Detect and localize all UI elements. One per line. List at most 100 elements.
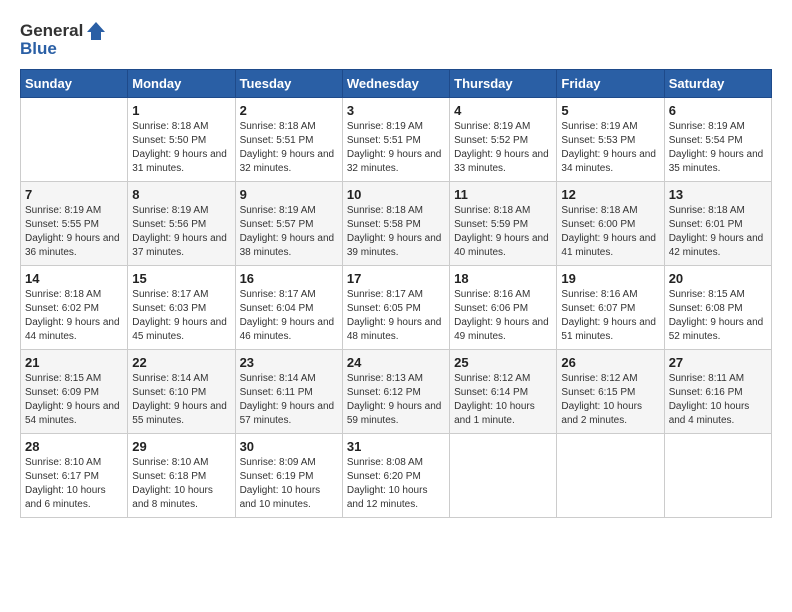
day-number: 24 xyxy=(347,355,445,370)
logo: General Blue xyxy=(20,20,107,59)
day-number: 1 xyxy=(132,103,230,118)
calendar-cell: 17 Sunrise: 8:17 AMSunset: 6:05 PMDaylig… xyxy=(342,265,449,349)
calendar-cell: 6 Sunrise: 8:19 AMSunset: 5:54 PMDayligh… xyxy=(664,97,771,181)
calendar-cell: 16 Sunrise: 8:17 AMSunset: 6:04 PMDaylig… xyxy=(235,265,342,349)
day-info: Sunrise: 8:18 AMSunset: 6:01 PMDaylight:… xyxy=(669,204,767,260)
calendar-cell: 27 Sunrise: 8:11 AMSunset: 6:16 PMDaylig… xyxy=(664,349,771,433)
day-number: 11 xyxy=(454,187,552,202)
day-info: Sunrise: 8:17 AMSunset: 6:04 PMDaylight:… xyxy=(240,288,338,344)
day-info: Sunrise: 8:19 AMSunset: 5:55 PMDaylight:… xyxy=(25,204,123,260)
day-number: 2 xyxy=(240,103,338,118)
day-info: Sunrise: 8:18 AMSunset: 5:50 PMDaylight:… xyxy=(132,120,230,176)
week-row-5: 28 Sunrise: 8:10 AMSunset: 6:17 PMDaylig… xyxy=(21,433,772,517)
day-number: 6 xyxy=(669,103,767,118)
day-number: 12 xyxy=(561,187,659,202)
calendar-cell: 14 Sunrise: 8:18 AMSunset: 6:02 PMDaylig… xyxy=(21,265,128,349)
header-day-tuesday: Tuesday xyxy=(235,69,342,97)
day-number: 8 xyxy=(132,187,230,202)
day-info: Sunrise: 8:13 AMSunset: 6:12 PMDaylight:… xyxy=(347,372,445,428)
day-info: Sunrise: 8:10 AMSunset: 6:17 PMDaylight:… xyxy=(25,456,123,512)
logo-text: General Blue xyxy=(20,20,107,59)
calendar-cell: 19 Sunrise: 8:16 AMSunset: 6:07 PMDaylig… xyxy=(557,265,664,349)
header-row: SundayMondayTuesdayWednesdayThursdayFrid… xyxy=(21,69,772,97)
calendar-cell xyxy=(664,433,771,517)
day-info: Sunrise: 8:19 AMSunset: 5:56 PMDaylight:… xyxy=(132,204,230,260)
day-info: Sunrise: 8:15 AMSunset: 6:08 PMDaylight:… xyxy=(669,288,767,344)
calendar-cell: 7 Sunrise: 8:19 AMSunset: 5:55 PMDayligh… xyxy=(21,181,128,265)
logo-bird-icon xyxy=(85,20,107,42)
day-info: Sunrise: 8:16 AMSunset: 6:06 PMDaylight:… xyxy=(454,288,552,344)
header-day-thursday: Thursday xyxy=(450,69,557,97)
calendar-cell: 11 Sunrise: 8:18 AMSunset: 5:59 PMDaylig… xyxy=(450,181,557,265)
day-number: 4 xyxy=(454,103,552,118)
week-row-1: 1 Sunrise: 8:18 AMSunset: 5:50 PMDayligh… xyxy=(21,97,772,181)
calendar-table: SundayMondayTuesdayWednesdayThursdayFrid… xyxy=(20,69,772,518)
day-number: 19 xyxy=(561,271,659,286)
day-number: 14 xyxy=(25,271,123,286)
calendar-cell: 9 Sunrise: 8:19 AMSunset: 5:57 PMDayligh… xyxy=(235,181,342,265)
calendar-cell: 21 Sunrise: 8:15 AMSunset: 6:09 PMDaylig… xyxy=(21,349,128,433)
day-info: Sunrise: 8:14 AMSunset: 6:11 PMDaylight:… xyxy=(240,372,338,428)
calendar-cell: 3 Sunrise: 8:19 AMSunset: 5:51 PMDayligh… xyxy=(342,97,449,181)
day-info: Sunrise: 8:08 AMSunset: 6:20 PMDaylight:… xyxy=(347,456,445,512)
day-info: Sunrise: 8:17 AMSunset: 6:03 PMDaylight:… xyxy=(132,288,230,344)
day-info: Sunrise: 8:17 AMSunset: 6:05 PMDaylight:… xyxy=(347,288,445,344)
day-number: 29 xyxy=(132,439,230,454)
day-info: Sunrise: 8:18 AMSunset: 5:58 PMDaylight:… xyxy=(347,204,445,260)
day-number: 26 xyxy=(561,355,659,370)
day-info: Sunrise: 8:16 AMSunset: 6:07 PMDaylight:… xyxy=(561,288,659,344)
calendar-cell xyxy=(557,433,664,517)
day-info: Sunrise: 8:18 AMSunset: 5:59 PMDaylight:… xyxy=(454,204,552,260)
day-number: 5 xyxy=(561,103,659,118)
day-number: 3 xyxy=(347,103,445,118)
day-info: Sunrise: 8:19 AMSunset: 5:53 PMDaylight:… xyxy=(561,120,659,176)
day-number: 18 xyxy=(454,271,552,286)
calendar-cell: 28 Sunrise: 8:10 AMSunset: 6:17 PMDaylig… xyxy=(21,433,128,517)
day-info: Sunrise: 8:19 AMSunset: 5:52 PMDaylight:… xyxy=(454,120,552,176)
day-info: Sunrise: 8:10 AMSunset: 6:18 PMDaylight:… xyxy=(132,456,230,512)
day-number: 21 xyxy=(25,355,123,370)
calendar-cell: 25 Sunrise: 8:12 AMSunset: 6:14 PMDaylig… xyxy=(450,349,557,433)
calendar-cell: 15 Sunrise: 8:17 AMSunset: 6:03 PMDaylig… xyxy=(128,265,235,349)
calendar-cell: 2 Sunrise: 8:18 AMSunset: 5:51 PMDayligh… xyxy=(235,97,342,181)
calendar-cell xyxy=(21,97,128,181)
header-day-friday: Friday xyxy=(557,69,664,97)
calendar-cell: 12 Sunrise: 8:18 AMSunset: 6:00 PMDaylig… xyxy=(557,181,664,265)
day-info: Sunrise: 8:18 AMSunset: 6:00 PMDaylight:… xyxy=(561,204,659,260)
day-info: Sunrise: 8:12 AMSunset: 6:15 PMDaylight:… xyxy=(561,372,659,428)
day-number: 30 xyxy=(240,439,338,454)
calendar-cell: 20 Sunrise: 8:15 AMSunset: 6:08 PMDaylig… xyxy=(664,265,771,349)
calendar-cell: 8 Sunrise: 8:19 AMSunset: 5:56 PMDayligh… xyxy=(128,181,235,265)
calendar-cell: 29 Sunrise: 8:10 AMSunset: 6:18 PMDaylig… xyxy=(128,433,235,517)
day-info: Sunrise: 8:18 AMSunset: 6:02 PMDaylight:… xyxy=(25,288,123,344)
day-number: 15 xyxy=(132,271,230,286)
day-number: 20 xyxy=(669,271,767,286)
day-number: 9 xyxy=(240,187,338,202)
calendar-cell: 22 Sunrise: 8:14 AMSunset: 6:10 PMDaylig… xyxy=(128,349,235,433)
day-info: Sunrise: 8:15 AMSunset: 6:09 PMDaylight:… xyxy=(25,372,123,428)
calendar-cell: 30 Sunrise: 8:09 AMSunset: 6:19 PMDaylig… xyxy=(235,433,342,517)
day-number: 22 xyxy=(132,355,230,370)
day-info: Sunrise: 8:11 AMSunset: 6:16 PMDaylight:… xyxy=(669,372,767,428)
week-row-2: 7 Sunrise: 8:19 AMSunset: 5:55 PMDayligh… xyxy=(21,181,772,265)
calendar-cell: 1 Sunrise: 8:18 AMSunset: 5:50 PMDayligh… xyxy=(128,97,235,181)
header-day-wednesday: Wednesday xyxy=(342,69,449,97)
day-number: 25 xyxy=(454,355,552,370)
day-number: 28 xyxy=(25,439,123,454)
calendar-cell: 5 Sunrise: 8:19 AMSunset: 5:53 PMDayligh… xyxy=(557,97,664,181)
day-number: 16 xyxy=(240,271,338,286)
day-info: Sunrise: 8:09 AMSunset: 6:19 PMDaylight:… xyxy=(240,456,338,512)
calendar-cell: 31 Sunrise: 8:08 AMSunset: 6:20 PMDaylig… xyxy=(342,433,449,517)
calendar-cell: 18 Sunrise: 8:16 AMSunset: 6:06 PMDaylig… xyxy=(450,265,557,349)
header-day-monday: Monday xyxy=(128,69,235,97)
day-number: 10 xyxy=(347,187,445,202)
day-number: 31 xyxy=(347,439,445,454)
day-info: Sunrise: 8:12 AMSunset: 6:14 PMDaylight:… xyxy=(454,372,552,428)
calendar-cell: 23 Sunrise: 8:14 AMSunset: 6:11 PMDaylig… xyxy=(235,349,342,433)
day-number: 13 xyxy=(669,187,767,202)
day-info: Sunrise: 8:18 AMSunset: 5:51 PMDaylight:… xyxy=(240,120,338,176)
week-row-4: 21 Sunrise: 8:15 AMSunset: 6:09 PMDaylig… xyxy=(21,349,772,433)
calendar-cell: 10 Sunrise: 8:18 AMSunset: 5:58 PMDaylig… xyxy=(342,181,449,265)
day-number: 7 xyxy=(25,187,123,202)
day-info: Sunrise: 8:19 AMSunset: 5:57 PMDaylight:… xyxy=(240,204,338,260)
